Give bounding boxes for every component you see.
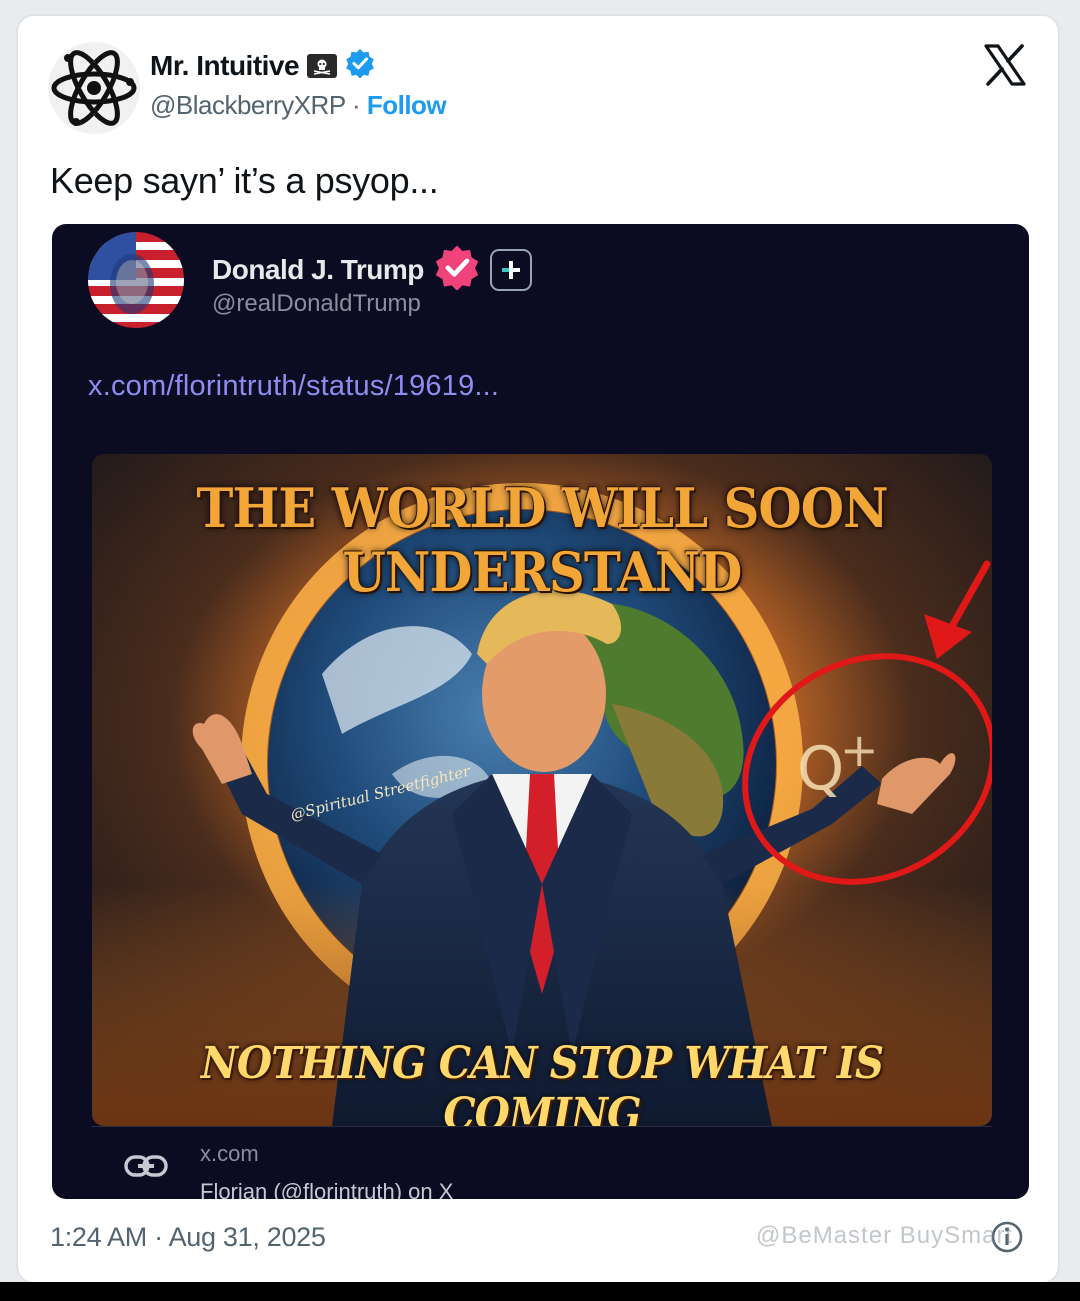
author-name[interactable]: Mr. Intuitive — [150, 50, 300, 82]
link-title: Florian (@florintruth) on X — [200, 1179, 454, 1199]
embedded-avatar[interactable] — [88, 232, 184, 328]
x-logo-icon[interactable] — [982, 42, 1028, 88]
embedded-author-handle: @realDonaldTrump — [212, 290, 421, 317]
verified-icon — [345, 48, 375, 83]
separator: · — [351, 90, 361, 120]
tweet-timestamp[interactable]: 1:24 AM · Aug 31, 2025 — [50, 1222, 326, 1253]
embedded-post-link[interactable]: x.com/florintruth/status/19619... — [88, 370, 499, 403]
author-handle[interactable]: @BlackberryXRP — [150, 90, 346, 120]
verified-icon — [434, 244, 480, 295]
link-icon — [124, 1153, 168, 1184]
link-card-footer[interactable]: x.com Florian (@florintruth) on X — [92, 1126, 992, 1199]
embedded-author-name[interactable]: Donald J. Trump — [212, 254, 424, 286]
atom-icon — [51, 50, 137, 126]
link-domain: x.com — [200, 1141, 259, 1166]
bottom-bar — [0, 1282, 1080, 1301]
image-headline-bottom: NOTHING CAN STOP WHAT IS COMING — [200, 1038, 884, 1126]
pirate-flag-icon — [307, 53, 338, 78]
tweet-text: Keep sayn’ it’s a psyop... — [50, 160, 439, 201]
svg-text:+: + — [840, 723, 879, 777]
svg-text:Q: Q — [797, 734, 844, 804]
image-headline-top: THE WORLD WILL SOON UNDERSTAND — [196, 476, 888, 604]
overlay-watermark: @BeMaster BuySmart — [756, 1222, 1014, 1249]
post-image[interactable]: Q + THE WORLD WILL SOON UNDERSTAND @Spir… — [92, 454, 992, 1126]
avatar[interactable] — [48, 42, 140, 134]
plus-icon[interactable] — [489, 248, 532, 291]
follow-button[interactable]: Follow — [367, 90, 447, 120]
tweet-card: Mr. Intuitive @BlackberryXRP · Follow Ke… — [16, 14, 1060, 1284]
embedded-post[interactable]: Donald J. Trump @realDonaldTrump x.com/f… — [52, 224, 1029, 1199]
